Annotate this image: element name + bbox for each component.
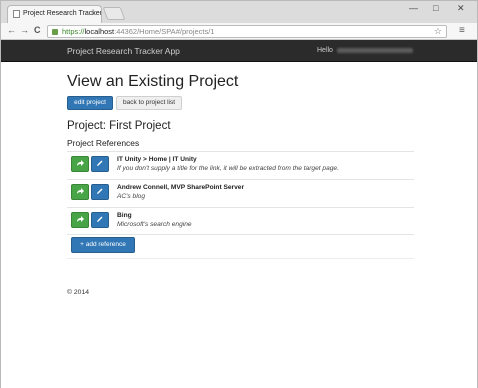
open-link-button[interactable] [71, 184, 89, 200]
pencil-icon [97, 160, 103, 166]
reference-title: IT Unity > Home | IT Unity [117, 156, 197, 163]
browser-window: Project Research Tracker × — □ ✕ ← → C h… [0, 0, 478, 388]
url-scheme: https:// [62, 27, 85, 36]
window-close-icon[interactable]: ✕ [457, 3, 465, 14]
reference-description: Microsoft's search engine [117, 221, 192, 228]
url-path: :44362/Home/SPA#/projects/1 [114, 27, 215, 36]
reference-title: Andrew Connell, MVP SharePoint Server [117, 184, 245, 191]
browser-toolbar: ← → C https://localhost:44362/Home/SPA#/… [1, 23, 477, 40]
reload-icon[interactable]: C [34, 25, 41, 35]
maximize-icon[interactable]: □ [433, 3, 438, 13]
reference-description: AC's blog [117, 193, 146, 200]
url-host: localhost [84, 27, 115, 36]
app-navbar: Project Research Tracker App Hello [1, 40, 477, 62]
page-content: View an Existing Project edit project ba… [1, 62, 477, 388]
browser-menu-icon[interactable]: ≡ [459, 25, 465, 36]
minimize-icon[interactable]: — [409, 3, 418, 13]
address-bar[interactable]: https://localhost:44362/Home/SPA#/projec… [47, 25, 447, 38]
page-favicon-icon [13, 10, 20, 18]
footer-copyright: © 2014 [67, 289, 90, 296]
page-title: View an Existing Project [67, 73, 239, 90]
share-arrow-icon [77, 216, 84, 222]
list-item: Andrew Connell, MVP SharePoint Server AC… [67, 179, 414, 207]
reference-description: If you don't supply a title for the link… [117, 165, 339, 172]
lock-icon [52, 29, 58, 35]
hello-label: Hello [317, 47, 333, 54]
open-link-button[interactable] [71, 156, 89, 172]
edit-project-button[interactable]: edit project [67, 96, 113, 110]
references-heading: Project References [67, 138, 140, 148]
list-item: IT Unity > Home | IT Unity If you don't … [67, 151, 414, 179]
edit-reference-button[interactable] [91, 212, 109, 228]
share-arrow-icon [77, 160, 84, 166]
pencil-icon [97, 188, 103, 194]
references-list: IT Unity > Home | IT Unity If you don't … [67, 151, 414, 235]
project-heading: Project: First Project [67, 120, 171, 132]
new-tab-button[interactable] [102, 7, 126, 20]
forward-arrow-icon[interactable]: → [20, 25, 29, 35]
list-item: Bing Microsoft's search engine [67, 207, 414, 235]
tab-title: Project Research Tracker [23, 10, 102, 17]
add-reference-button[interactable]: + add reference [71, 237, 135, 253]
tab-close-icon[interactable]: × [91, 9, 96, 18]
open-link-button[interactable] [71, 212, 89, 228]
share-arrow-icon [77, 188, 84, 194]
user-name-redacted [337, 48, 413, 53]
back-arrow-icon[interactable]: ← [7, 25, 16, 35]
reference-title: Bing [117, 212, 132, 219]
divider [67, 258, 414, 259]
app-brand[interactable]: Project Research Tracker App [67, 46, 180, 56]
tab-strip: Project Research Tracker × — □ ✕ [1, 1, 477, 23]
pencil-icon [97, 216, 103, 222]
edit-reference-button[interactable] [91, 156, 109, 172]
back-to-list-button[interactable]: back to project list [116, 96, 182, 110]
bookmark-star-icon[interactable]: ☆ [434, 26, 442, 37]
edit-reference-button[interactable] [91, 184, 109, 200]
browser-tab[interactable]: Project Research Tracker × [7, 5, 102, 23]
